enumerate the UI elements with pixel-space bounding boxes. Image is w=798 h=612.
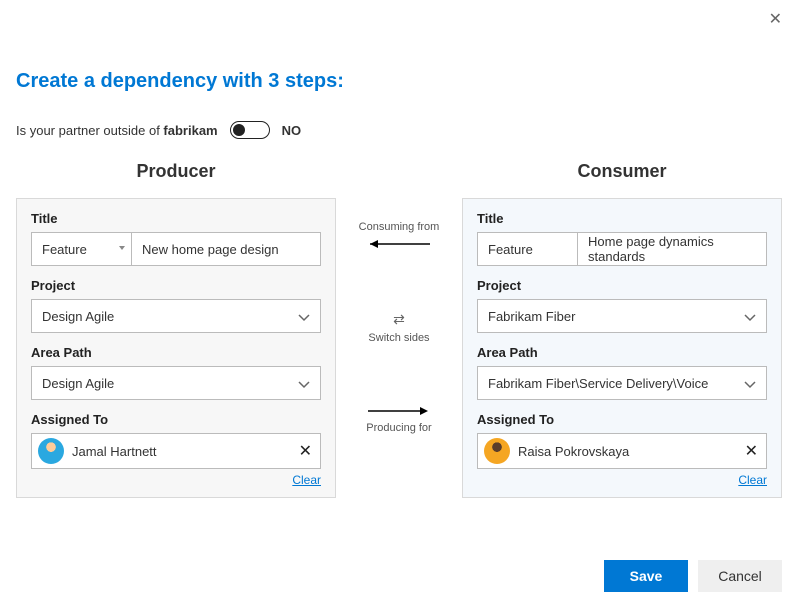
consumer-area-label: Area Path: [477, 345, 767, 360]
producing-for-label: Producing for: [366, 422, 431, 434]
producer-title-input[interactable]: New home page design: [132, 233, 320, 265]
producer-project-value: Design Agile: [42, 309, 114, 324]
chevron-down-icon: [119, 246, 125, 250]
arrow-right-icon: [364, 404, 434, 418]
consumer-title-label: Title: [477, 211, 767, 226]
producer-project-select[interactable]: Design Agile: [31, 299, 321, 333]
producer-title-type-select[interactable]: Feature: [32, 233, 132, 265]
switch-sides-label[interactable]: Switch sides: [368, 332, 429, 344]
consumer-project-value: Fabrikam Fiber: [488, 309, 575, 324]
producer-title-type-value: Feature: [42, 242, 87, 257]
producer-area-select[interactable]: Design Agile: [31, 366, 321, 400]
producer-panel: Title Feature New home page design Proje…: [16, 198, 336, 498]
consumer-clear-link[interactable]: Clear: [477, 473, 767, 487]
swap-icon[interactable]: ⇄: [393, 311, 405, 328]
close-icon[interactable]: ✕: [769, 12, 782, 28]
consumer-assigned-name: Raisa Pokrovskaya: [518, 444, 629, 459]
producer-title-value: New home page design: [142, 242, 279, 257]
producer-assigned-picker[interactable]: Jamal Hartnett ✕: [31, 433, 321, 469]
producer-area-value: Design Agile: [42, 376, 114, 391]
cancel-button[interactable]: Cancel: [698, 560, 782, 592]
producer-assigned-name: Jamal Hartnett: [72, 444, 157, 459]
avatar: [38, 438, 64, 464]
chevron-down-icon: [298, 314, 310, 322]
consumer-panel: Title Feature Home page dynamics standar…: [462, 198, 782, 498]
consumer-title-type-value: Feature: [488, 242, 533, 257]
chevron-down-icon: [298, 381, 310, 389]
avatar: [484, 438, 510, 464]
consumer-project-label: Project: [477, 278, 767, 293]
arrow-left-icon: [364, 237, 434, 251]
partner-question-prefix: Is your partner outside of: [16, 123, 163, 138]
partner-question-row: Is your partner outside of fabrikam NO: [0, 93, 798, 157]
save-button[interactable]: Save: [604, 560, 688, 592]
consumer-heading: Consumer: [462, 157, 782, 186]
middle-controls: Consuming from ⇄ Switch sides Producing …: [336, 157, 462, 434]
toggle-state-label: NO: [282, 123, 302, 138]
consuming-from-label: Consuming from: [359, 221, 440, 233]
producer-title-row: Feature New home page design: [31, 232, 321, 266]
producer-area-label: Area Path: [31, 345, 321, 360]
consumer-project-select[interactable]: Fabrikam Fiber: [477, 299, 767, 333]
consumer-title-type-select[interactable]: Feature: [478, 233, 578, 265]
chevron-down-icon: [744, 314, 756, 322]
producer-title-label: Title: [31, 211, 321, 226]
consumer-title-row: Feature Home page dynamics standards: [477, 232, 767, 266]
consumer-title-value: Home page dynamics standards: [588, 234, 756, 264]
consumer-assigned-picker[interactable]: Raisa Pokrovskaya ✕: [477, 433, 767, 469]
chevron-down-icon: [744, 381, 756, 389]
partner-outside-toggle[interactable]: [230, 121, 270, 139]
dialog-title: Create a dependency with 3 steps:: [16, 70, 782, 93]
consumer-title-input[interactable]: Home page dynamics standards: [578, 233, 766, 265]
producer-heading: Producer: [16, 157, 336, 186]
clear-assigned-icon[interactable]: ✕: [299, 441, 312, 461]
producer-assigned-label: Assigned To: [31, 412, 321, 427]
consumer-area-select[interactable]: Fabrikam Fiber\Service Delivery\Voice: [477, 366, 767, 400]
producer-clear-link[interactable]: Clear: [31, 473, 321, 487]
consumer-area-value: Fabrikam Fiber\Service Delivery\Voice: [488, 376, 708, 391]
consumer-assigned-label: Assigned To: [477, 412, 767, 427]
toggle-knob: [233, 124, 245, 136]
producer-project-label: Project: [31, 278, 321, 293]
partner-org-name: fabrikam: [163, 123, 217, 138]
clear-assigned-icon[interactable]: ✕: [745, 441, 758, 461]
